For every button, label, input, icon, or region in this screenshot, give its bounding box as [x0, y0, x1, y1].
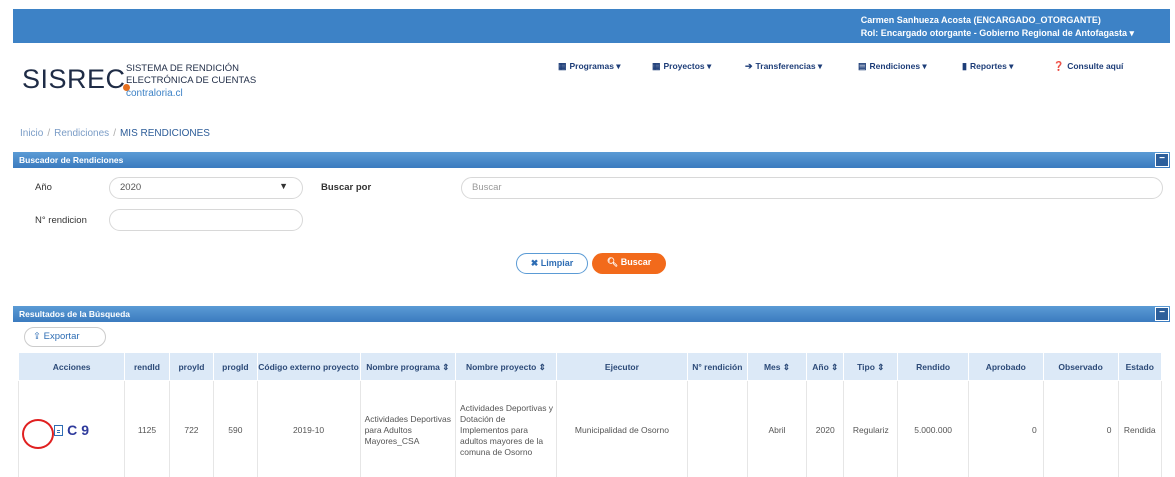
nav-rendiciones[interactable]: ▤ Rendiciones ▾	[858, 58, 927, 74]
breadcrumb-inicio[interactable]: Inicio	[20, 128, 43, 139]
cell-proyid: 722	[168, 380, 215, 477]
cell-ejecutor: Municipalidad de Osorno	[555, 380, 689, 477]
export-icon: ⇪	[33, 331, 44, 342]
col-tipo[interactable]: Tipo ⇕	[843, 352, 899, 381]
cell-codigo: 2019-10	[256, 380, 361, 477]
clear-button[interactable]: ✖ Limpiar	[516, 253, 588, 274]
col-ejecutor: Ejecutor	[555, 352, 689, 381]
collapse-button[interactable]: −	[1155, 153, 1169, 167]
cell-estado: Rendida	[1117, 380, 1162, 477]
col-proyid: proyId	[168, 352, 215, 381]
cell-aprobado: 0	[967, 380, 1044, 477]
year-value: 2020	[120, 182, 142, 193]
cell-rendid: 1125	[124, 380, 170, 477]
top-bar: Carmen Sanhueza Acosta (ENCARGADO_OTORGA…	[13, 9, 1170, 43]
history-icon[interactable]: 9	[81, 423, 89, 437]
search-icon: 🔍︎	[606, 257, 621, 267]
col-estado: Estado	[1117, 352, 1162, 381]
col-mes[interactable]: Mes ⇕	[746, 352, 808, 381]
row-actions: C 9	[20, 382, 124, 477]
results-panel-header: Resultados de la Búsqueda −	[13, 306, 1170, 322]
view-document-icon[interactable]	[54, 425, 64, 436]
refresh-icon[interactable]: C	[67, 423, 77, 437]
search-panel-header: Buscador de Rendiciones −	[13, 152, 1170, 168]
collapse-button[interactable]: −	[1155, 307, 1169, 321]
col-codigo: Código externo proyecto	[256, 352, 361, 381]
calendar-icon: ▦	[652, 60, 661, 71]
col-nombre-proyecto[interactable]: Nombre proyecto ⇕	[454, 352, 557, 381]
breadcrumb-current: MIS RENDICIONES	[119, 128, 210, 139]
nav-proyectos[interactable]: ▦ Proyectos ▾	[652, 58, 711, 74]
document-icon: ▤	[858, 60, 867, 71]
rendicion-input[interactable]	[109, 209, 303, 231]
breadcrumb-separator: /	[47, 128, 51, 139]
year-label: Año	[35, 182, 52, 193]
nav-programas[interactable]: ▦ Programas ▾	[558, 58, 621, 74]
cell-n-rendicion	[687, 380, 748, 477]
col-progid: progId	[213, 352, 258, 381]
breadcrumb-rendiciones[interactable]: Rendiciones	[54, 128, 109, 139]
question-circle-icon: ❓	[1053, 60, 1065, 71]
col-rendido: Rendido	[897, 352, 969, 381]
calendar-icon: ▦	[558, 60, 567, 71]
breadcrumb-separator: /	[113, 128, 116, 139]
col-aprobado: Aprobado	[967, 352, 1044, 381]
search-input[interactable]: Buscar	[461, 177, 1163, 199]
cell-mes: Abril	[746, 380, 808, 477]
col-acciones: Acciones	[17, 352, 126, 381]
user-role: Rol: Encargado otorgante - Gobierno Regi…	[860, 28, 1134, 38]
logo-domain: contraloria.cl	[126, 88, 183, 99]
col-n-rendicion: N° rendición	[687, 352, 748, 381]
logo-name: SISREC	[22, 64, 126, 94]
search-by-label: Buscar por	[321, 182, 372, 193]
caret-down-icon: ▼	[279, 181, 288, 191]
rendicion-label: N° rendicion	[35, 215, 87, 226]
logo-line2: ELECTRÓNICA DE CUENTAS	[126, 75, 257, 86]
results-panel-title: Resultados de la Búsqueda	[19, 309, 130, 319]
nav-consulte[interactable]: ❓ Consulte aquí	[1053, 58, 1123, 74]
cell-programa: Actividades Deportivas para Adultos Mayo…	[359, 380, 456, 477]
user-menu[interactable]: Carmen Sanhueza Acosta (ENCARGADO_OTORGA…	[861, 14, 1134, 40]
cell-rendido: 5.000.000	[897, 380, 969, 477]
results-table: Acciones rendId proyId progId Código ext…	[17, 352, 1162, 477]
cell-anio: 2020	[806, 380, 845, 477]
cell-progid: 590	[213, 380, 258, 477]
search-button[interactable]: 🔍︎ Buscar	[592, 253, 666, 274]
year-select[interactable]: 2020 ▼	[109, 177, 303, 199]
user-name: Carmen Sanhueza Acosta (ENCARGADO_OTORGA…	[860, 15, 1101, 25]
arrow-right-icon: ➔	[745, 60, 753, 71]
cell-acciones: C 9	[17, 380, 126, 477]
nav-reportes[interactable]: ▮ Reportes ▾	[962, 58, 1013, 74]
highlight-circle	[22, 419, 54, 449]
col-anio[interactable]: Año ⇕	[806, 352, 845, 381]
cell-proyecto: Actividades Deportivas y Dotación de Imp…	[454, 380, 557, 477]
logo-line1: SISTEMA DE RENDICIÓN	[126, 63, 239, 74]
nav-transferencias[interactable]: ➔ Transferencias ▾	[745, 58, 822, 74]
close-icon: ✖	[530, 258, 541, 268]
col-nombre-programa[interactable]: Nombre programa ⇕	[359, 352, 456, 381]
col-observado: Observado	[1042, 352, 1119, 381]
table-header-row: Acciones rendId proyId progId Código ext…	[17, 352, 1162, 381]
bar-chart-icon: ▮	[962, 60, 967, 71]
search-panel-title: Buscador de Rendiciones	[19, 155, 124, 165]
cell-observado: 0	[1042, 380, 1119, 477]
export-button[interactable]: ⇪ Exportar	[24, 327, 106, 347]
table-row: C 9 1125 722 590 2019-10 Actividades Dep…	[17, 380, 1162, 477]
breadcrumb: Inicio / Rendiciones / MIS RENDICIONES	[20, 128, 210, 139]
col-rendid: rendId	[124, 352, 170, 381]
cell-tipo: Regulariz	[843, 380, 899, 477]
